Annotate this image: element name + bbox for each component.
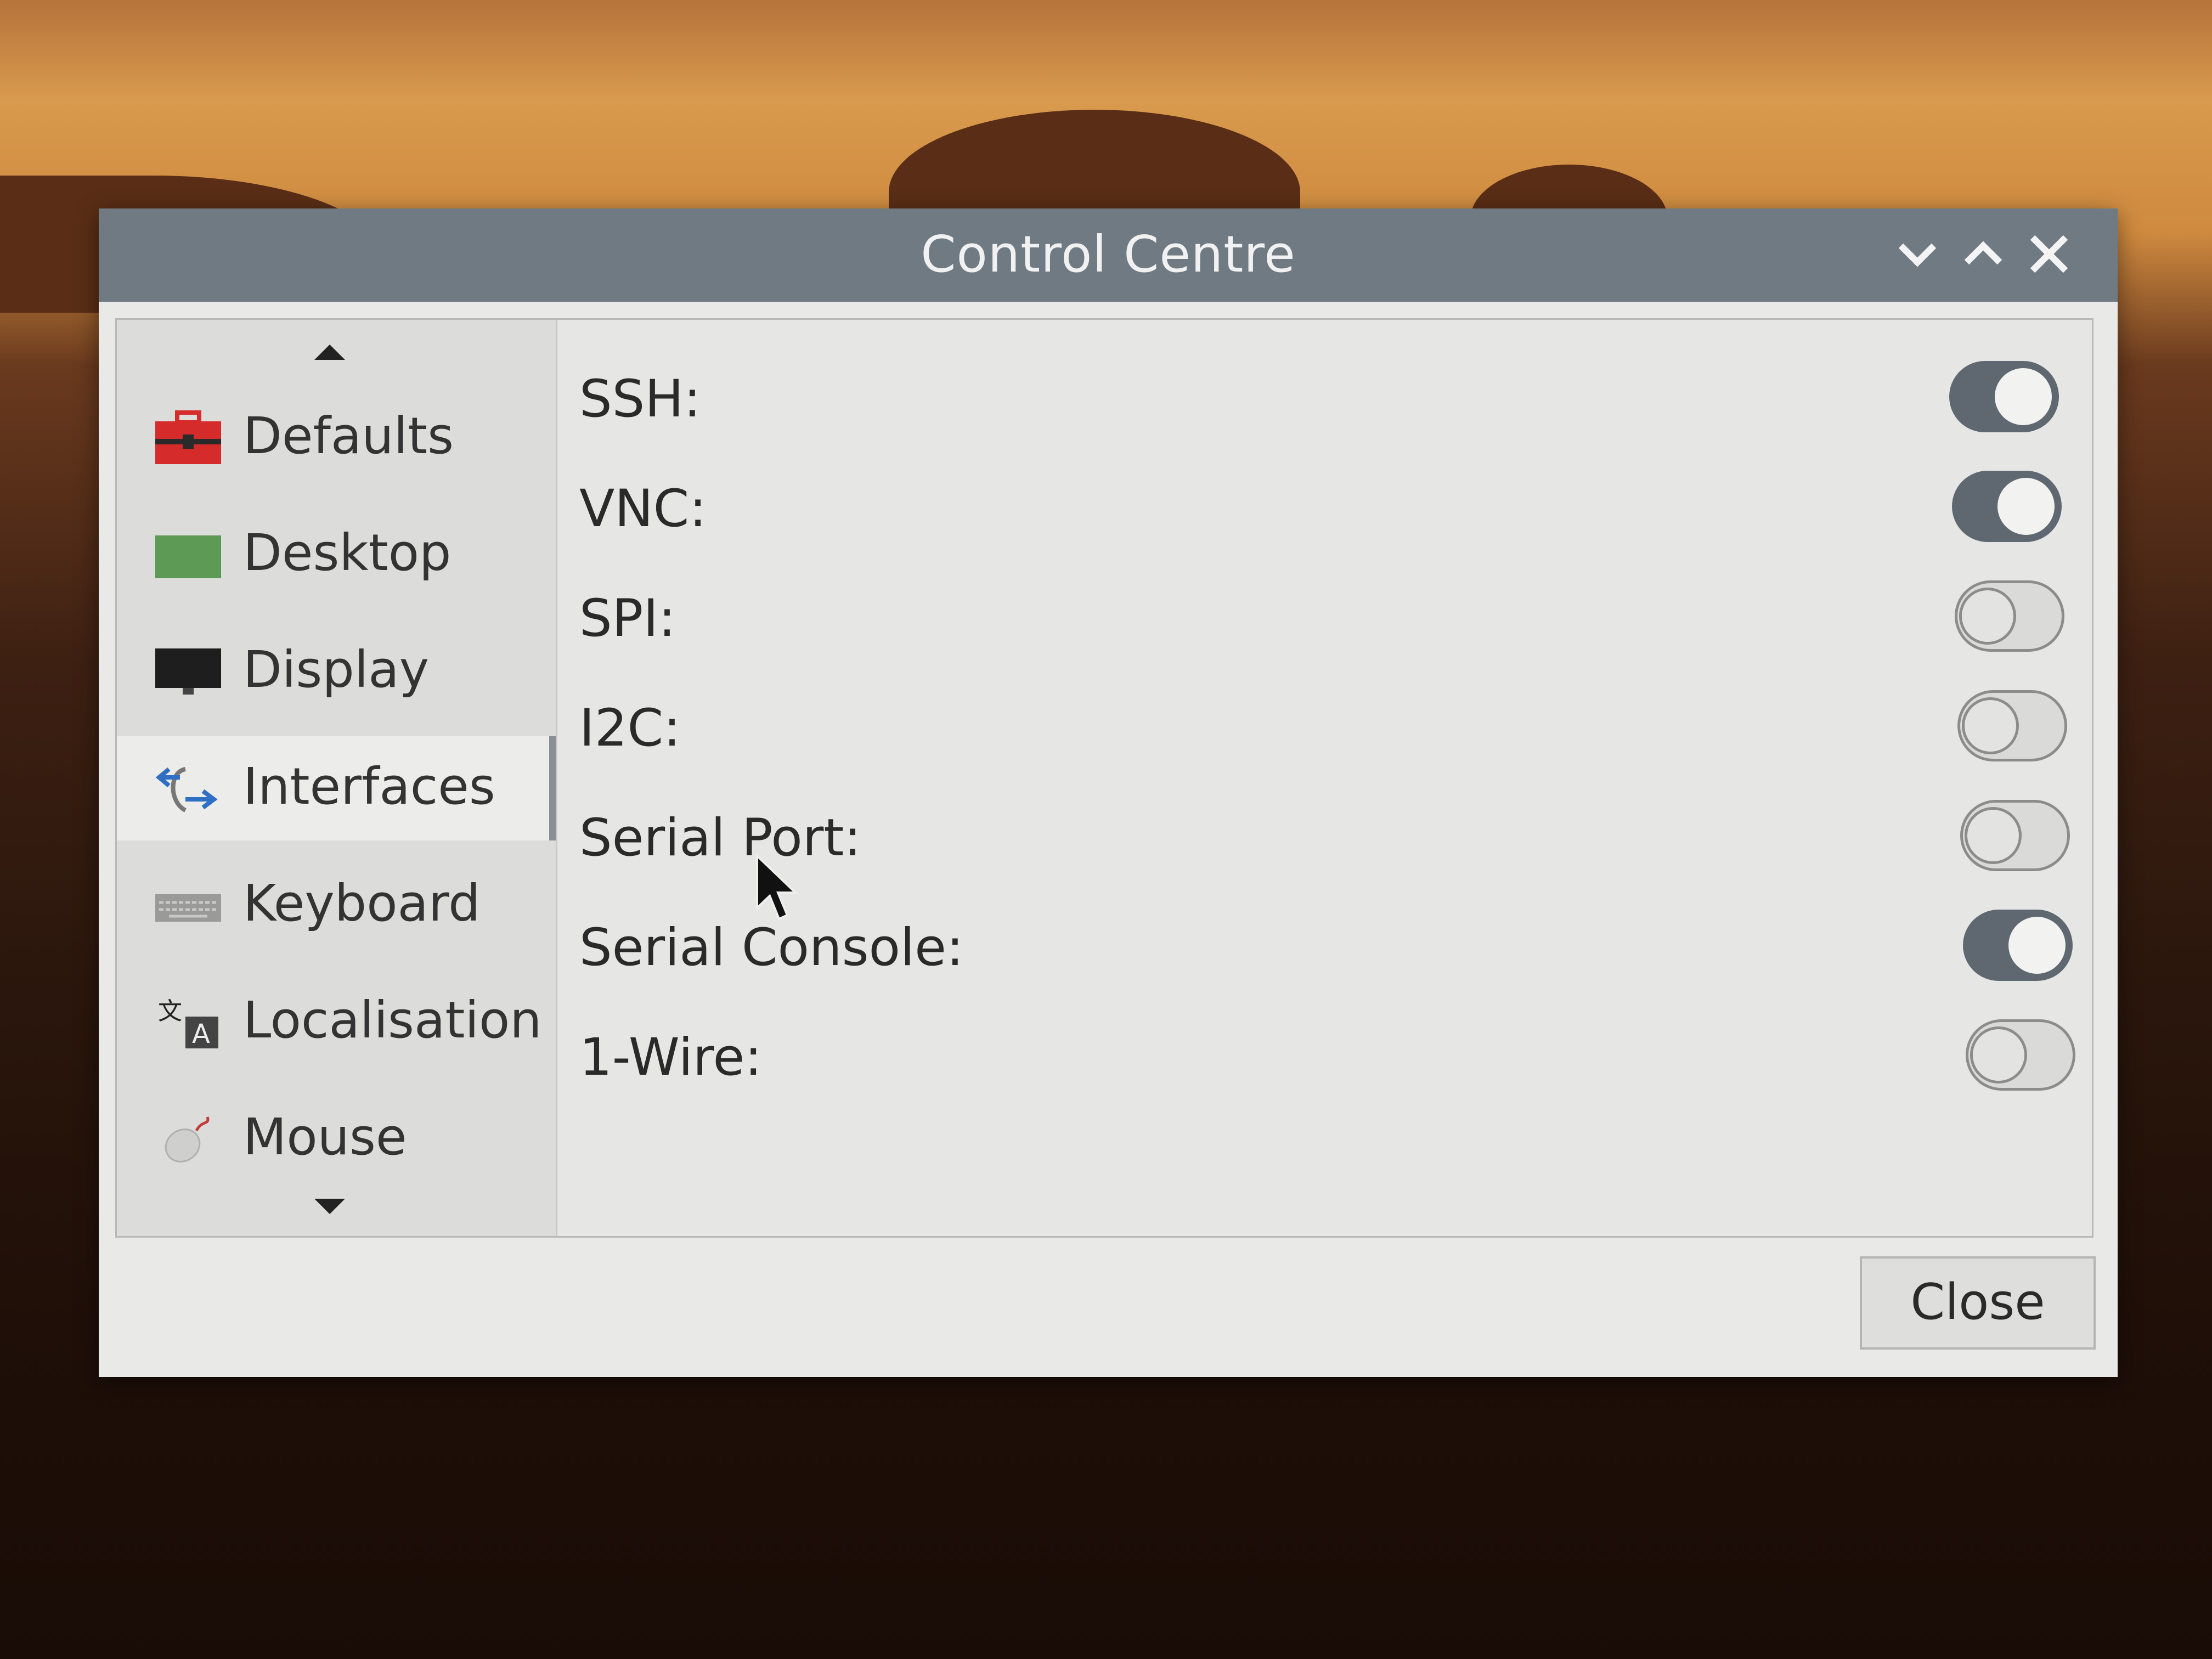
dialog-footer: Close: [99, 1245, 2118, 1377]
svg-text:A: A: [192, 1019, 210, 1049]
minimize-button[interactable]: [1887, 224, 1948, 284]
sidebar-item-defaults[interactable]: Defaults: [117, 386, 556, 490]
close-button[interactable]: Close: [1860, 1256, 2096, 1350]
interfaces-settings: SSH: VNC: SPI: I2C: Serial Port: Serial …: [557, 320, 2092, 1236]
monitor-icon: [155, 648, 221, 695]
sidebar-item-display[interactable]: Display: [117, 619, 556, 724]
toggle-knob: [2008, 917, 2066, 974]
main-panel: Defaults Desktop Display Interfaces Keyb…: [115, 318, 2094, 1238]
close-window-button[interactable]: [2019, 224, 2079, 284]
sidebar-item-label: Desktop: [243, 523, 452, 582]
mouse-icon: [165, 1116, 210, 1163]
keyboard-icon: [155, 894, 221, 922]
vnc-toggle[interactable]: [1952, 471, 2062, 542]
localisation-icon: 文 A: [158, 997, 218, 1049]
sidebar-item-label: Keyboard: [243, 874, 481, 933]
sidebar-scroll-up-icon[interactable]: [314, 345, 345, 360]
sidebar-item-label: Defaults: [243, 407, 454, 465]
ssh-toggle[interactable]: [1949, 361, 2059, 432]
toggle-knob: [1995, 368, 2052, 425]
sidebar-scroll-down-icon[interactable]: [314, 1199, 345, 1214]
toggle-knob: [1965, 807, 2022, 864]
serial-console-toggle[interactable]: [1963, 910, 2073, 981]
sidebar: Defaults Desktop Display Interfaces Keyb…: [117, 320, 557, 1236]
serial-port-toggle[interactable]: [1960, 800, 2070, 871]
sidebar-item-desktop[interactable]: Desktop: [117, 503, 556, 607]
sidebar-item-label: Mouse: [243, 1108, 407, 1166]
setting-label: 1-Wire:: [579, 1028, 762, 1087]
chevron-up-icon: [1964, 241, 2002, 265]
setting-row-spi: SPI:: [557, 561, 2092, 671]
maximize-button[interactable]: [1953, 224, 2013, 284]
close-icon: [2030, 235, 2068, 273]
i2c-toggle[interactable]: [1957, 690, 2067, 761]
setting-label: Serial Port:: [579, 808, 861, 868]
toggle-knob: [1962, 697, 2019, 754]
chevron-down-icon: [1898, 243, 1937, 267]
mouse-pointer-icon: [756, 853, 798, 921]
1-wire-toggle[interactable]: [1966, 1019, 2075, 1091]
window-title: Control Centre: [921, 225, 1296, 284]
toggle-knob: [1959, 588, 2016, 645]
control-centre-window: Control Centre Defaults Desktop Display …: [99, 208, 2118, 1377]
sidebar-item-localisation[interactable]: 文 A Localisation: [117, 970, 556, 1074]
spi-toggle[interactable]: [1955, 580, 2064, 652]
toggle-knob: [1970, 1026, 2027, 1084]
toolbox-icon: [155, 410, 221, 464]
svg-text:文: 文: [158, 997, 182, 1025]
setting-label: SSH:: [579, 369, 701, 429]
setting-label: Serial Console:: [579, 918, 964, 978]
sidebar-item-label: Localisation: [243, 991, 542, 1049]
title-bar[interactable]: Control Centre: [99, 208, 2118, 302]
setting-label: SPI:: [579, 589, 676, 648]
setting-label: I2C:: [579, 698, 681, 758]
interfaces-icon: [155, 767, 218, 812]
setting-label: VNC:: [579, 479, 707, 539]
toggle-knob: [1997, 478, 2055, 535]
sidebar-item-label: Display: [243, 640, 430, 699]
sidebar-item-interfaces[interactable]: Interfaces: [117, 736, 556, 840]
setting-row-ssh: SSH:: [557, 342, 2092, 452]
setting-row-vnc: VNC:: [557, 452, 2092, 561]
sidebar-item-label: Interfaces: [243, 757, 495, 816]
setting-row-i2c: I2C:: [557, 671, 2092, 781]
sidebar-item-keyboard[interactable]: Keyboard: [117, 853, 556, 957]
setting-row-1-wire: 1-Wire:: [557, 1000, 2092, 1110]
desktop-icon: [155, 535, 221, 578]
sidebar-item-mouse[interactable]: Mouse: [117, 1087, 556, 1191]
